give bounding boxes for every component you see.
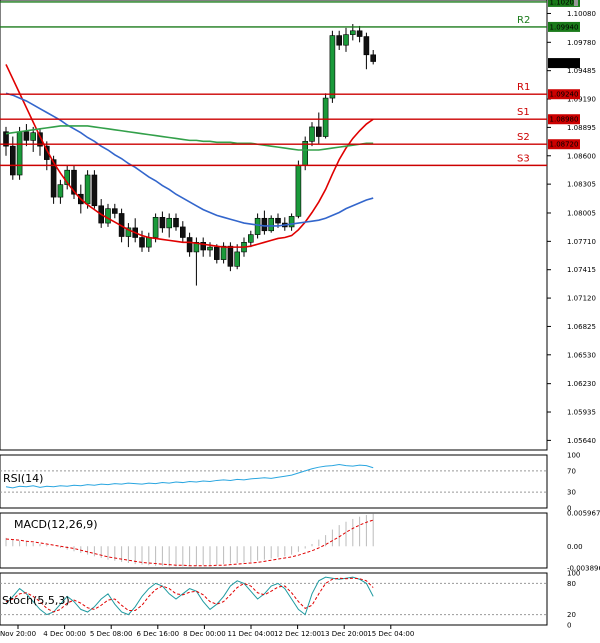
candle-body <box>180 226 186 238</box>
price-tick-label: 1.06530 <box>567 351 596 359</box>
candle-body <box>146 237 152 248</box>
candle-body <box>248 234 254 243</box>
time-tick-label: 5 Dec 08:00 <box>90 630 133 638</box>
candle-body <box>254 217 261 235</box>
candle-body <box>91 174 98 207</box>
candle-body <box>349 30 356 35</box>
candle-body <box>336 35 343 46</box>
price-tick-label: 1.08005 <box>567 209 596 217</box>
candle-body <box>57 184 64 198</box>
price-tick-label: 1.06230 <box>567 380 596 388</box>
price-tick-label: 1.09780 <box>567 39 596 47</box>
forex-chart: 1.109651.106701.103751.100801.097801.094… <box>0 0 600 638</box>
price-tick-label: 1.07710 <box>567 238 596 246</box>
candle-body <box>30 132 37 141</box>
macd-tick-label: 0.00 <box>567 543 583 551</box>
price-tick-label: 1.08600 <box>567 152 596 160</box>
stoch-panel-frame <box>0 572 548 626</box>
candle-body <box>214 246 220 260</box>
price-tick-label: 1.06825 <box>567 323 596 331</box>
time-tick-label: 12 Dec 12:00 <box>274 630 321 638</box>
time-tick-label: 8 Dec 00:00 <box>183 630 226 638</box>
macd-label: MACD(12,26,9) <box>14 518 98 531</box>
level-price-tag-text: 1.08980 <box>550 116 579 124</box>
candle-body <box>16 131 23 176</box>
candle-body <box>23 131 30 141</box>
level-label-s1: S1 <box>517 107 530 118</box>
time-tick-label: 13 Dec 20:00 <box>321 630 368 638</box>
candle-body <box>112 208 118 214</box>
candle-body <box>139 237 145 248</box>
rsi-label: RSI(14) <box>3 472 43 485</box>
level-label-r2: R2 <box>517 15 530 26</box>
candle-body <box>220 245 227 260</box>
time-tick-label: Nov 20:00 <box>0 630 36 638</box>
candle-body <box>234 251 240 267</box>
time-tick-label: 6 Dec 16:00 <box>136 630 179 638</box>
price-tick-label: 1.10080 <box>567 10 596 18</box>
price-tick-label: 1.08895 <box>567 124 596 132</box>
candle-body <box>275 217 281 224</box>
level-price-tag-text: 1.08720 <box>550 141 579 149</box>
rsi-tick-label: 70 <box>567 467 576 475</box>
candle-body <box>84 174 91 205</box>
candle-body <box>105 208 111 224</box>
time-tick-label: 11 Dec 04:00 <box>227 630 274 638</box>
price-tick-label: 1.05935 <box>567 409 596 417</box>
candle-body <box>302 141 309 166</box>
level-label-s3: S3 <box>517 153 530 164</box>
candle-body <box>166 217 172 229</box>
candle-body <box>186 237 193 253</box>
stoch-tick-label: 0 <box>567 622 571 630</box>
candle-body <box>288 216 295 228</box>
stoch-tick-label: 20 <box>567 611 576 619</box>
candle-body <box>370 54 377 62</box>
candle-body <box>268 217 275 232</box>
candle-body <box>343 34 349 46</box>
stoch-tick-label: 100 <box>567 570 580 578</box>
rsi-tick-label: 100 <box>567 452 580 460</box>
time-tick-label: 4 Dec 00:00 <box>43 630 86 638</box>
candle-body <box>227 245 234 267</box>
candle-body <box>261 217 268 232</box>
stoch-label: Stoch(5,5,3) <box>2 594 70 607</box>
candle-body <box>159 217 166 229</box>
candle-body <box>329 35 336 99</box>
macd-tick-label: 0.005967 <box>567 510 600 518</box>
price-tick-label: 1.07415 <box>567 266 596 274</box>
price-tick-label: 1.07120 <box>567 295 596 303</box>
candle-body <box>295 165 302 217</box>
candle-body <box>315 126 322 137</box>
time-tick-label: 15 Dec 04:00 <box>367 630 414 638</box>
candle-body <box>173 217 179 228</box>
moving-average-line <box>5 92 374 227</box>
candle-body <box>363 36 370 56</box>
price-tick-label: 1.05640 <box>567 437 596 445</box>
price-tick-label: 1.09485 <box>567 67 596 75</box>
rsi-panel-frame <box>0 454 548 509</box>
price-tick-label: 1.08305 <box>567 181 596 189</box>
candle-body <box>207 246 213 251</box>
candle-body <box>10 145 16 176</box>
level-label-r1: R1 <box>517 82 530 93</box>
rsi-tick-label: 30 <box>567 489 576 497</box>
candle-body <box>356 30 363 37</box>
level-label-s2: S2 <box>517 132 530 143</box>
rsi-line <box>5 464 374 489</box>
candle-body <box>309 126 315 142</box>
price-tag-text: 1.09564 <box>550 60 579 68</box>
level-price-tag-text: 1.09240 <box>550 91 579 99</box>
level-label-r3: R3 <box>517 0 530 1</box>
scroll-marker <box>574 0 578 6</box>
stoch-tick-label: 80 <box>567 580 576 588</box>
candle-body <box>322 97 329 137</box>
candle-body <box>152 217 159 238</box>
level-price-tag-text: 1.09940 <box>550 23 579 31</box>
